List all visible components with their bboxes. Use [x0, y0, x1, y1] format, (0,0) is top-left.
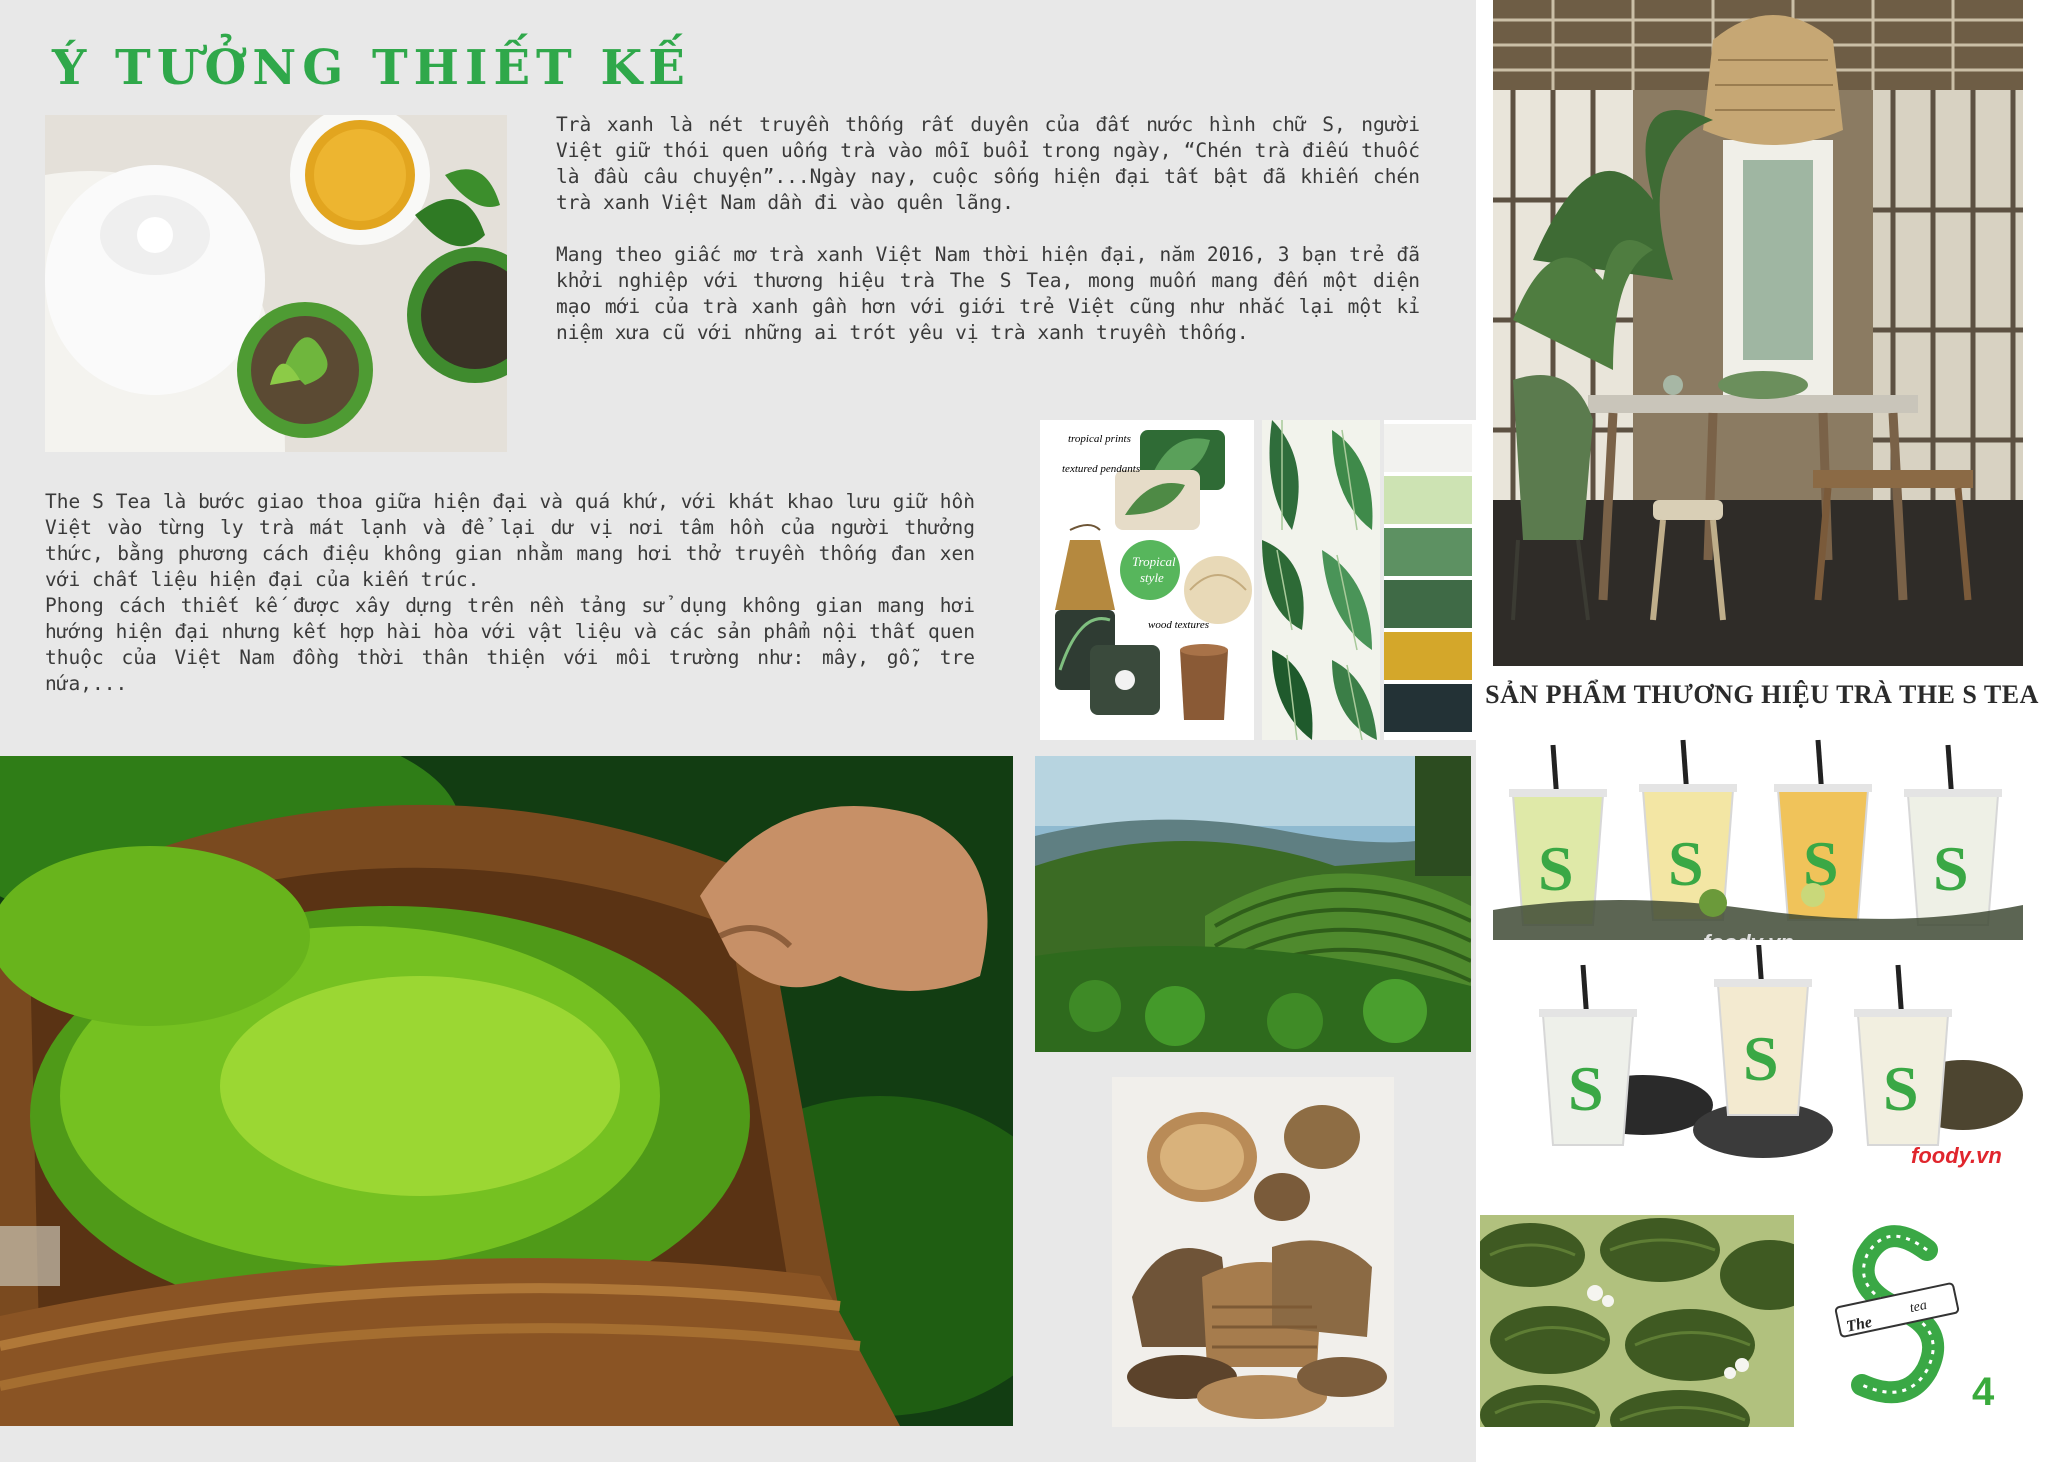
brand-section-title: SẢN PHẨM THƯƠNG HIỆU TRÀ THE S TEA [1485, 680, 2039, 709]
palette-swatch [1384, 580, 1472, 628]
tropical-badge-line2: style [1140, 570, 1164, 585]
page-title: Ý TƯỞNG THIẾT KẾ [52, 40, 691, 96]
watermark-2: foody.vn [1911, 1143, 2002, 1168]
concept-paragraph: The S Tea là bước giao thoa giữa hiện đạ… [45, 490, 975, 695]
tropical-style-collage: tropical prints textured pendants wood t… [1040, 420, 1254, 740]
cup-s-mark: S [1883, 1053, 1919, 1124]
tea-set-photo [45, 115, 507, 452]
tropical-badge-line1: Tropical [1132, 554, 1176, 569]
palette-swatch [1384, 476, 1472, 524]
page-number: 4 [1972, 1370, 1995, 1414]
mood-label-prints: tropical prints [1068, 433, 1131, 445]
cup-s-mark: S [1743, 1023, 1779, 1094]
watermark-1: foody.vn [1703, 930, 1794, 940]
palette-swatch [1384, 528, 1472, 576]
rattan-baskets-photo [1112, 1077, 1394, 1427]
cup-s-mark: S [1568, 1053, 1604, 1124]
cafe-interior-photo [1493, 0, 2023, 666]
mood-label-wood: wood textures [1148, 619, 1209, 631]
s-tea-logo: The tea [1832, 1225, 1962, 1405]
mood-label-pendants: textured pendants [1062, 463, 1140, 475]
banana-leaf-pattern [1262, 420, 1380, 740]
cup-s-mark: S [1668, 828, 1704, 899]
tea-hills-photo [1035, 756, 1471, 1052]
color-palette [1384, 420, 1476, 740]
tea-basket-photo [0, 756, 1013, 1426]
product-cups-photo-2: S S S foody.vn [1493, 945, 2023, 1170]
cup-s-mark: S [1933, 833, 1969, 904]
palette-swatch [1384, 684, 1472, 732]
product-cups-photo-1: SSSS foody.vn [1493, 735, 2023, 940]
cup-s-mark: S [1538, 833, 1574, 904]
matcha-pastries-photo [1480, 1215, 1794, 1427]
palette-swatch [1384, 632, 1472, 680]
intro-paragraph: Trà xanh là nét truyền thống rất duyên c… [556, 113, 1420, 344]
palette-swatch [1384, 424, 1472, 472]
